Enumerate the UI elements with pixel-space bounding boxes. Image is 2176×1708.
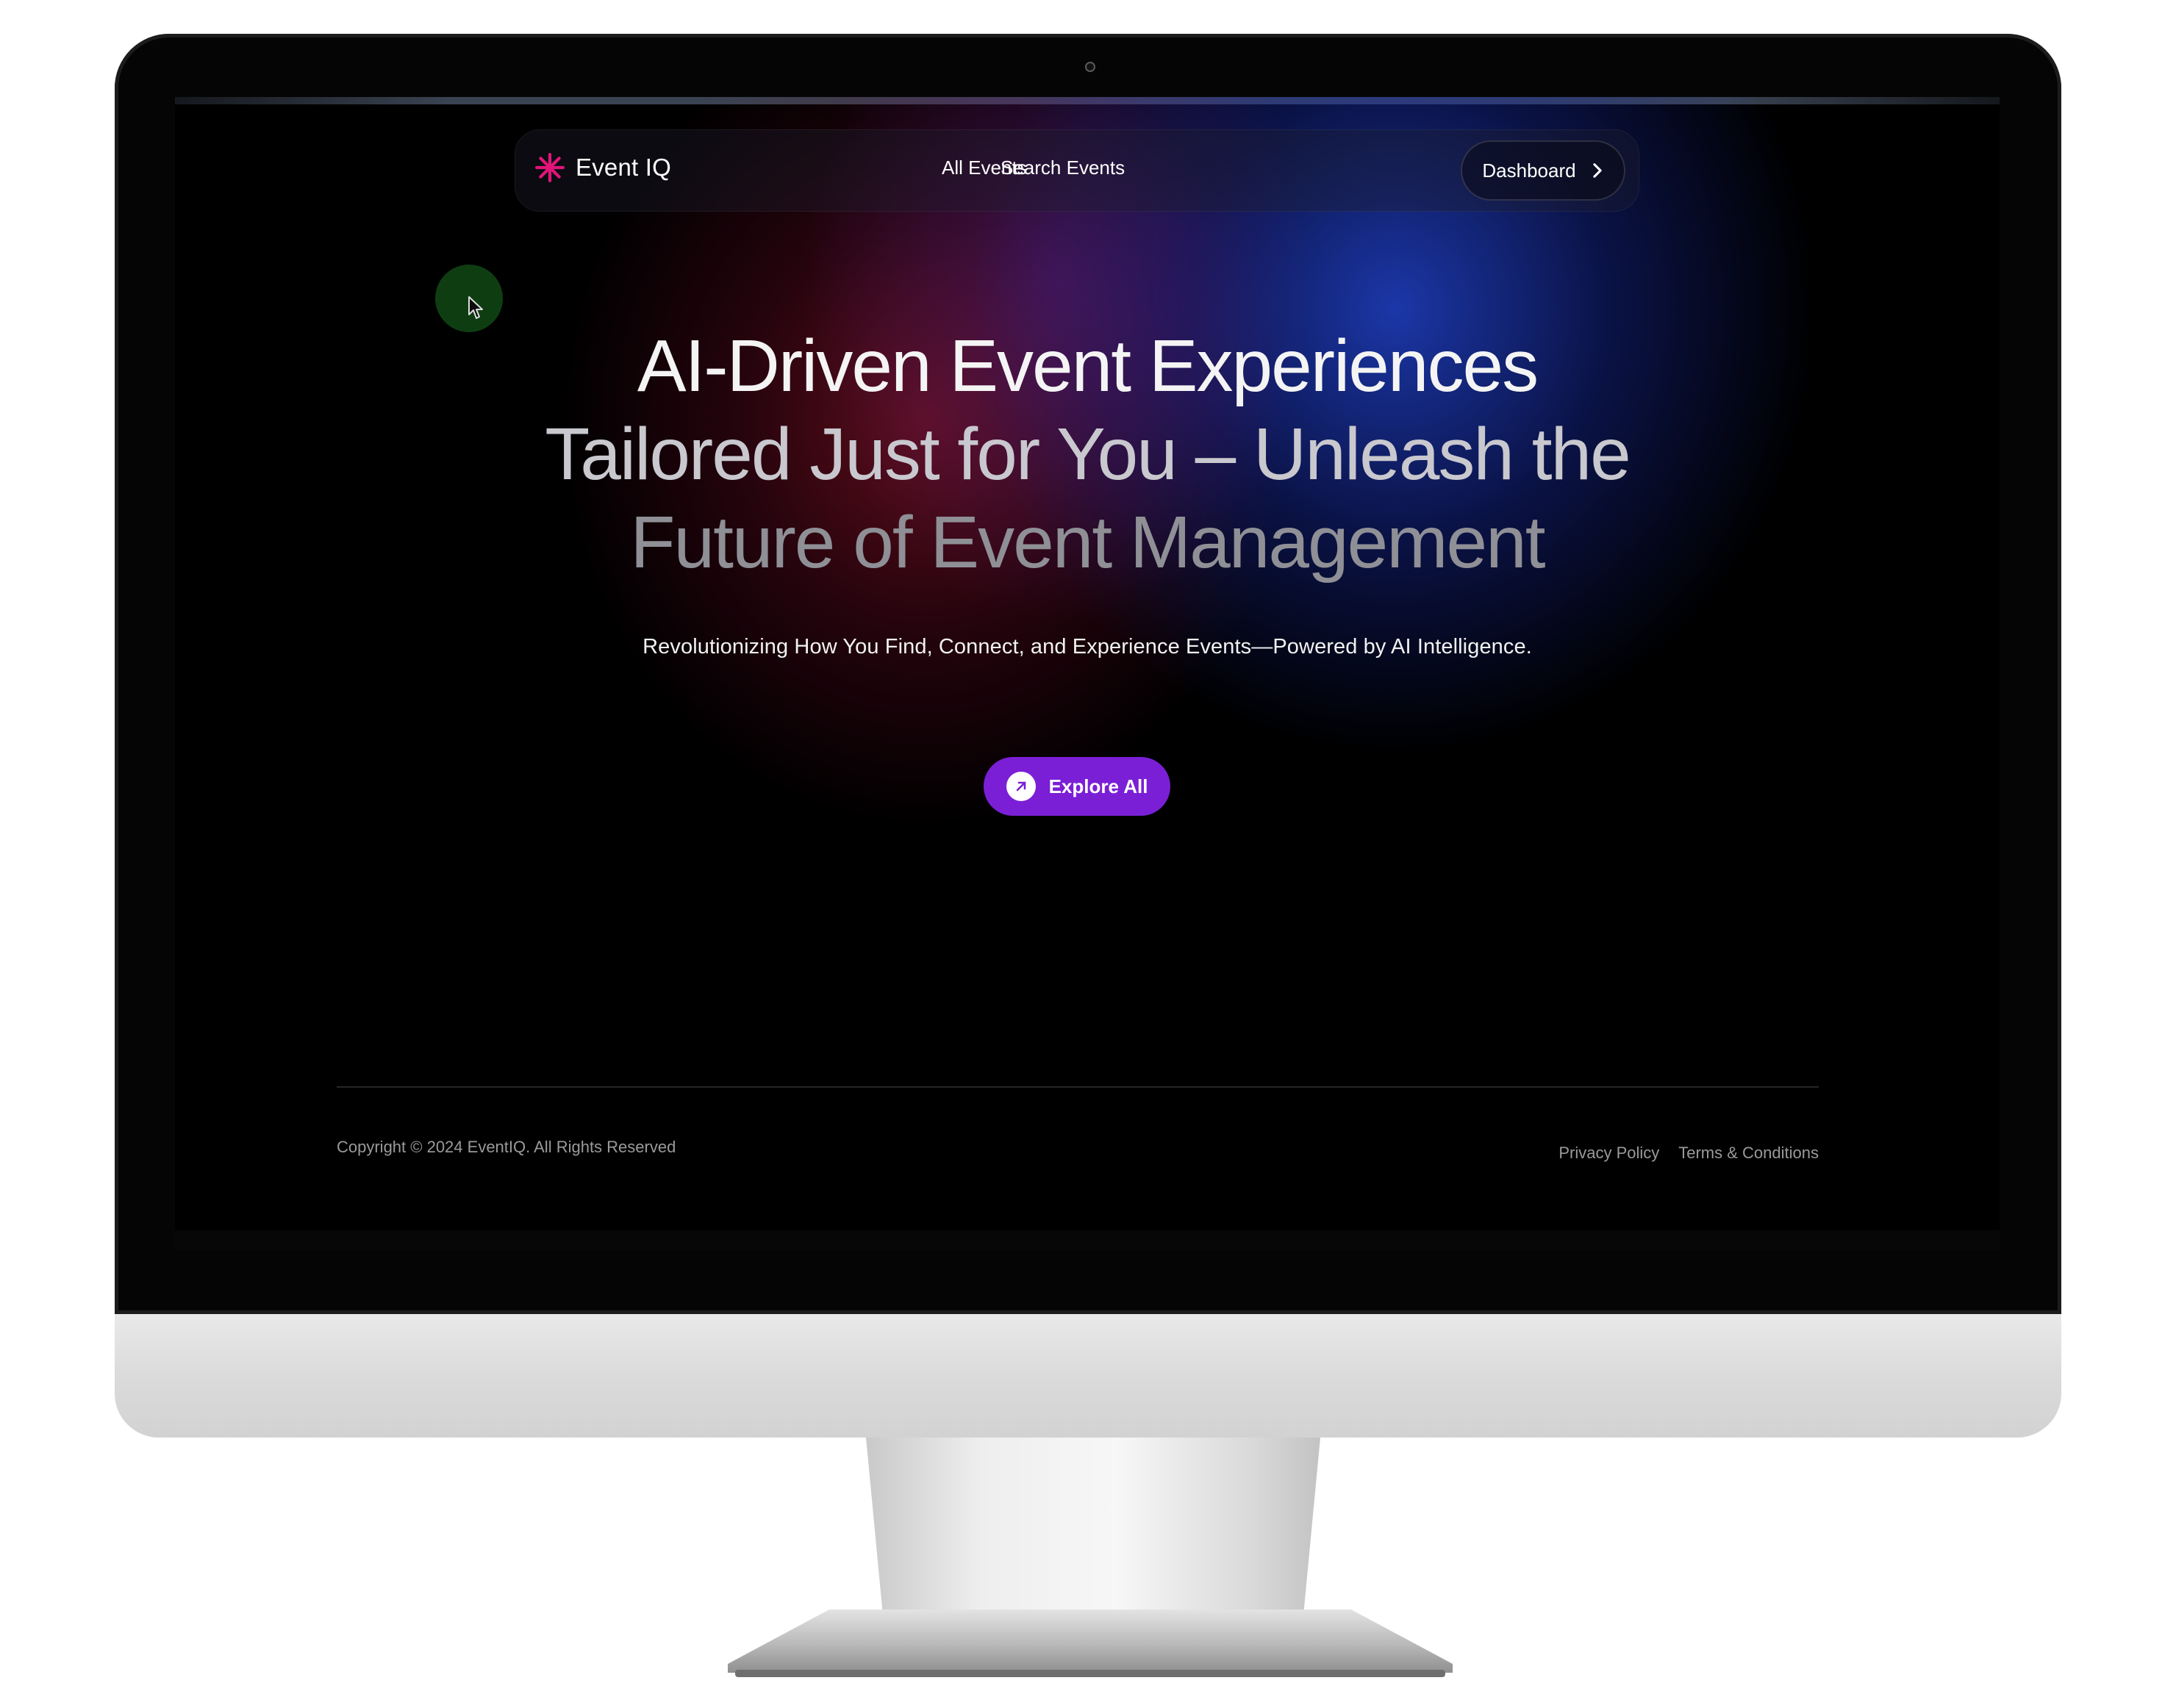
dashboard-button[interactable]: Dashboard xyxy=(1461,140,1625,201)
arrow-up-right-icon xyxy=(1006,772,1036,801)
dashboard-label: Dashboard xyxy=(1482,159,1576,182)
footer-links: Privacy Policy Terms & Conditions xyxy=(1558,1144,1819,1163)
explore-all-label: Explore All xyxy=(1048,775,1148,797)
stand-shadow xyxy=(735,1670,1445,1677)
hero-title: AI-Driven Event Experiences Tailored Jus… xyxy=(175,322,2000,586)
camera-icon xyxy=(1085,62,1095,72)
hero-title-line: Future of Event Management xyxy=(630,501,1545,584)
monitor-stand-base xyxy=(728,1610,1453,1673)
mouse-pointer-icon xyxy=(468,296,483,319)
hero-subtitle: Revolutionizing How You Find, Connect, a… xyxy=(643,635,1532,659)
footer-divider xyxy=(337,1086,1819,1088)
hero-title-line: AI-Driven Event Experiences xyxy=(637,325,1539,407)
privacy-policy-link[interactable]: Privacy Policy xyxy=(1558,1144,1659,1163)
nav-link-search-events[interactable]: Search Events xyxy=(1001,157,1125,179)
brand-name: Event IQ xyxy=(576,154,671,181)
terms-conditions-link[interactable]: Terms & Conditions xyxy=(1678,1144,1819,1163)
hero-title-line: Tailored Just for You – Unleash the xyxy=(545,413,1631,495)
explore-all-button[interactable]: Explore All xyxy=(984,757,1170,816)
monitor-stand xyxy=(866,1438,1320,1629)
copyright-text: Copyright © 2024 EventIQ. All Rights Res… xyxy=(337,1138,676,1156)
asterisk-icon xyxy=(535,153,565,182)
brand-logo[interactable]: Event IQ xyxy=(534,152,671,183)
chevron-right-icon xyxy=(1592,163,1602,178)
monitor-chin xyxy=(115,1314,2061,1438)
navbar: Event IQ All Events Search Events Dashbo… xyxy=(515,129,1639,212)
screen-bottom-edge xyxy=(175,1230,2000,1249)
screen: Event IQ All Events Search Events Dashbo… xyxy=(175,97,2000,1249)
